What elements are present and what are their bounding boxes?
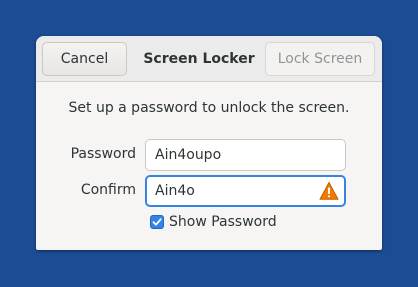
password-value: Ain4oupo	[155, 147, 222, 163]
instruction-text: Set up a password to unlock the screen.	[68, 100, 350, 116]
password-field[interactable]: Ain4oupo	[145, 139, 346, 171]
confirm-value: Ain4o	[155, 183, 195, 199]
show-password-label: Show Password	[169, 214, 277, 230]
show-password-checkbox[interactable]	[150, 215, 164, 229]
checkmark-icon	[152, 218, 162, 226]
confirm-label: Confirm	[80, 182, 136, 198]
confirm-password-field[interactable]: Ain4o	[145, 175, 346, 207]
lock-screen-button[interactable]: Lock Screen	[265, 42, 375, 76]
dialog-title: Screen Locker	[143, 51, 255, 67]
password-label: Password	[70, 146, 136, 162]
screen-locker-dialog: Cancel Screen Locker Lock Screen Set up …	[36, 36, 382, 250]
show-password-option[interactable]: Show Password	[150, 213, 277, 231]
header-bar: Cancel Screen Locker Lock Screen	[36, 36, 382, 82]
warning-icon	[319, 182, 339, 200]
cancel-button[interactable]: Cancel	[42, 42, 127, 76]
